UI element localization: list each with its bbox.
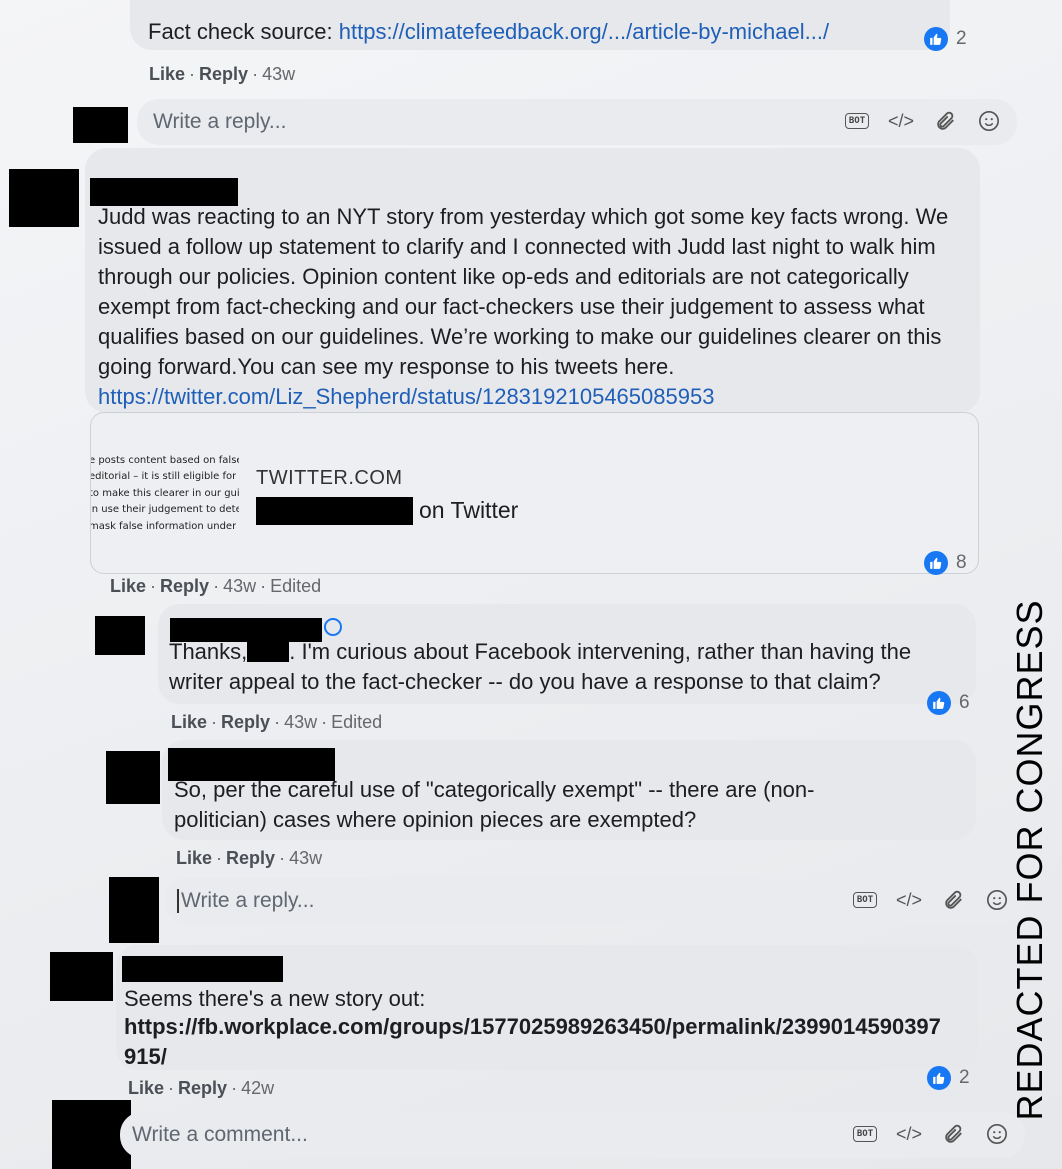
reply-link[interactable]: Reply xyxy=(226,848,275,868)
edited-label[interactable]: Edited xyxy=(331,712,382,732)
reply-link[interactable]: Reply xyxy=(221,712,270,732)
avatar xyxy=(9,169,79,227)
profile-badge-icon xyxy=(324,618,342,636)
like-count: 8 xyxy=(956,552,967,573)
like-reaction-icon xyxy=(927,691,951,715)
timestamp[interactable]: 43w xyxy=(289,848,322,868)
emoji-icon[interactable] xyxy=(975,107,1003,135)
comment-actions: Like · Reply · 43w · Edited xyxy=(110,576,322,596)
avatar xyxy=(50,952,113,1001)
emoji-icon[interactable] xyxy=(983,886,1011,914)
timestamp[interactable]: 42w xyxy=(241,1078,274,1098)
reaction-count[interactable]: 6 xyxy=(927,691,970,715)
comment-actions: Like · Reply · 43w · Edited xyxy=(171,712,383,732)
comment-body-start: Thanks, xyxy=(169,639,248,664)
thumb-line: to make this clearer in our guic xyxy=(91,488,239,499)
code-icon[interactable]: </> xyxy=(895,886,923,914)
comment-actions: Like · Reply · 43w xyxy=(176,848,323,868)
preview-name-redacted xyxy=(256,497,413,525)
like-count: 2 xyxy=(956,28,967,49)
code-icon[interactable]: </> xyxy=(895,1120,923,1148)
like-reaction-icon xyxy=(924,551,948,575)
reply-input[interactable]: Write a reply... xyxy=(153,110,286,134)
reply-link[interactable]: Reply xyxy=(199,64,248,84)
comment-link[interactable]: https://twitter.com/Liz_Shepherd/status/… xyxy=(98,384,714,409)
timestamp[interactable]: 43w xyxy=(262,64,295,84)
composer-tools: BOT </> xyxy=(851,886,1011,914)
mention-redacted xyxy=(247,640,290,662)
bot-button[interactable]: BOT xyxy=(843,107,871,135)
like-reaction-icon xyxy=(924,27,948,51)
avatar xyxy=(106,751,160,804)
like-link[interactable]: Like xyxy=(149,64,185,84)
bot-button[interactable]: BOT xyxy=(851,1120,879,1148)
comment-link[interactable]: https://climatefeedback.org/.../article-… xyxy=(339,19,829,44)
comment-input[interactable]: Write a comment... xyxy=(132,1123,308,1147)
emoji-icon[interactable] xyxy=(983,1120,1011,1148)
comment-actions: Like · Reply · 42w xyxy=(128,1078,275,1098)
preview-title: on Twitter xyxy=(419,497,519,523)
attachment-icon[interactable] xyxy=(939,1120,967,1148)
bot-button[interactable]: BOT xyxy=(851,886,879,914)
like-link[interactable]: Like xyxy=(128,1078,164,1098)
like-reaction-icon xyxy=(927,1066,951,1090)
avatar xyxy=(73,107,128,143)
comment-text-prefix: Fact check source: xyxy=(148,19,339,44)
reply-composer[interactable]: Write a reply... BOT </> xyxy=(165,878,1025,924)
avatar xyxy=(109,877,159,943)
thumb-line: editorial – it is still eligible for xyxy=(91,471,237,482)
comment-body: Judd was reacting to an NYT story from y… xyxy=(98,204,949,379)
link-preview-card[interactable]: e posts content based on false editorial… xyxy=(90,412,979,574)
avatar xyxy=(95,616,145,655)
code-icon[interactable]: </> xyxy=(887,107,915,135)
thumb-line: e posts content based on false xyxy=(91,455,239,466)
reply-link[interactable]: Reply xyxy=(178,1078,227,1098)
attachment-icon[interactable] xyxy=(931,107,959,135)
comment-text: Seems there's a new story out: xyxy=(124,984,954,1014)
timestamp[interactable]: 43w xyxy=(223,576,256,596)
reaction-count[interactable]: 2 xyxy=(924,27,967,51)
preview-domain: TWITTER.COM xyxy=(256,467,403,489)
comment-link[interactable]: https://fb.workplace.com/groups/15770259… xyxy=(124,1012,949,1072)
redaction-watermark: REDACTED FOR CONGRESS xyxy=(1009,599,1050,1121)
composer-tools: BOT </> xyxy=(843,107,1003,135)
reply-input[interactable]: Write a reply... xyxy=(177,889,314,913)
like-link[interactable]: Like xyxy=(171,712,207,732)
reply-link[interactable]: Reply xyxy=(160,576,209,596)
reply-composer[interactable]: Write a reply... BOT </> xyxy=(137,99,1017,145)
comment-body: Seems there's a new story out: xyxy=(124,986,426,1011)
like-count: 2 xyxy=(959,1067,970,1088)
comment-text: Fact check source: https://climatefeedba… xyxy=(148,17,928,47)
composer-tools: BOT </> xyxy=(851,1120,1011,1148)
attachment-icon[interactable] xyxy=(939,886,967,914)
preview-thumbnail: e posts content based on false editorial… xyxy=(91,449,239,539)
like-link[interactable]: Like xyxy=(176,848,212,868)
author-name-redacted xyxy=(122,956,283,982)
like-link[interactable]: Like xyxy=(110,576,146,596)
comment-body: So, per the careful use of "categoricall… xyxy=(174,777,815,832)
reaction-count[interactable]: 8 xyxy=(924,551,967,575)
thumb-line: in use their judgement to dete xyxy=(91,504,239,515)
edited-label[interactable]: Edited xyxy=(270,576,321,596)
comment-actions: Like · Reply · 43w xyxy=(149,64,296,84)
comment-text: Thanks,. I'm curious about Facebook inte… xyxy=(169,637,959,697)
comment-text: Judd was reacting to an NYT story from y… xyxy=(98,202,958,412)
comment-text: So, per the careful use of "categoricall… xyxy=(174,775,894,835)
reaction-count[interactable]: 2 xyxy=(927,1066,970,1090)
like-count: 6 xyxy=(959,692,970,713)
thumb-line: mask false information under xyxy=(91,521,237,532)
comment-composer[interactable]: Write a comment... BOT </> xyxy=(120,1112,1025,1158)
timestamp[interactable]: 43w xyxy=(284,712,317,732)
